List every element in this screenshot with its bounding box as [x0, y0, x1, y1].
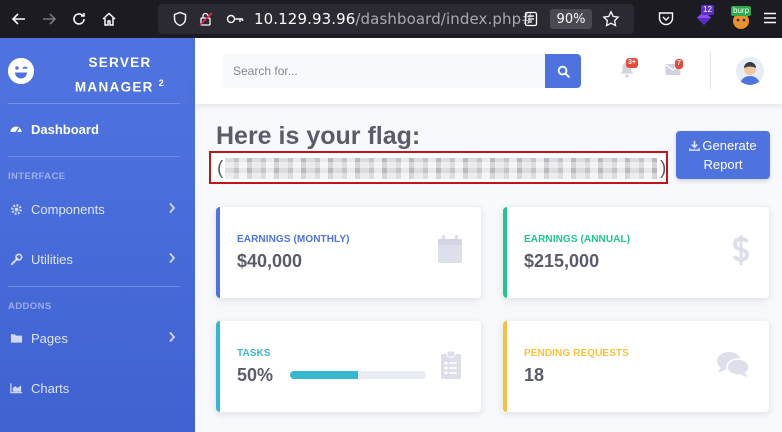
flag-display: ( ): [209, 151, 668, 184]
clipboard-list-icon: [441, 350, 461, 379]
sidebar-item-charts[interactable]: Charts: [0, 370, 195, 406]
wrench-icon: [9, 252, 23, 266]
card-label: TASKS: [237, 348, 271, 359]
card-accent: [503, 207, 507, 298]
chevron-right-icon: [169, 331, 176, 343]
sidebar-item-utilities[interactable]: Utilities: [0, 241, 195, 277]
extension-button[interactable]: 12: [694, 5, 714, 28]
sidebar-divider: [8, 156, 180, 157]
key-icon[interactable]: [226, 12, 244, 26]
brand-line2-text: MANAGER: [74, 79, 154, 95]
shield-icon[interactable]: [172, 11, 188, 27]
card-accent: [503, 321, 507, 412]
extension-badge: 12: [701, 5, 714, 15]
flag-open-paren: (: [217, 158, 224, 179]
laugh-wink-logo-icon: [8, 58, 34, 84]
insecure-lock-icon[interactable]: [198, 11, 214, 27]
forward-button[interactable]: [38, 8, 60, 30]
card-tasks: TASKS 50%: [216, 321, 481, 412]
generate-report-label: Generate Report: [702, 138, 757, 172]
chart-area-icon: [9, 381, 23, 395]
sidebar-item-label: Charts: [31, 380, 70, 396]
reload-icon: [73, 13, 85, 25]
card-value: $40,000: [237, 251, 303, 271]
dollar-icon: [732, 235, 750, 265]
alerts-dropdown[interactable]: 3+: [618, 58, 638, 78]
card-label: EARNINGS (ANNUAL): [524, 234, 631, 245]
avatar[interactable]: [736, 57, 764, 85]
sidebar-divider: [8, 286, 180, 287]
card-label: EARNINGS (MONTHLY): [237, 234, 350, 245]
page-title: Here is your flag:: [216, 122, 421, 150]
forward-arrow-icon: [43, 13, 57, 25]
bookmark-star-icon[interactable]: [602, 10, 620, 28]
sidebar-heading-addons: ADDONS: [8, 301, 52, 312]
sidebar-item-label: Utilities: [31, 251, 73, 267]
flag-close-paren: ): [660, 158, 667, 179]
sidebar-item-dashboard[interactable]: Dashboard: [0, 111, 195, 147]
sidebar-item-label: Dashboard: [31, 121, 99, 137]
url-text[interactable]: 10.129.93.96/dashboard/index.php#: [254, 10, 534, 28]
card-earnings-monthly: EARNINGS (MONTHLY) $40,000: [216, 207, 481, 298]
back-arrow-icon: [11, 13, 25, 25]
brand-version: 2: [158, 78, 166, 88]
pocket-icon[interactable]: [657, 10, 675, 28]
tasks-progress-bar: [290, 371, 426, 379]
home-icon: [102, 12, 116, 26]
reader-mode-icon[interactable]: [524, 11, 538, 27]
burp-extension-button[interactable]: burp: [729, 6, 753, 30]
download-icon: [689, 138, 701, 156]
topbar-divider: [710, 52, 711, 90]
search-button[interactable]: [545, 54, 581, 88]
tasks-progress-fill: [290, 371, 358, 379]
calendar-icon: [438, 235, 462, 263]
chevron-right-icon: [169, 252, 176, 264]
comments-icon: [717, 352, 750, 377]
sidebar-item-components[interactable]: Components: [0, 191, 195, 227]
browser-toolbar: 10.129.93.96/dashboard/index.php# 90% 12…: [0, 0, 782, 38]
card-pending-requests: PENDING REQUESTS 18: [503, 321, 769, 412]
sidebar-item-pages[interactable]: Pages: [0, 320, 195, 356]
burp-badge: burp: [731, 6, 752, 16]
url-bar[interactable]: 10.129.93.96/dashboard/index.php# 90%: [158, 4, 634, 34]
card-value: 18: [524, 365, 545, 385]
home-button[interactable]: [98, 8, 120, 30]
tachometer-icon: [9, 122, 23, 136]
chevron-right-icon: [169, 202, 176, 214]
messages-badge: 7: [675, 59, 683, 69]
user-avatar-icon: [736, 57, 764, 85]
cog-icon: [9, 202, 23, 216]
card-value: 50%: [237, 365, 274, 385]
zoom-level[interactable]: 90%: [550, 9, 592, 29]
search-icon: [557, 65, 570, 78]
reload-button[interactable]: [68, 8, 90, 30]
sidebar-heading-interface: INTERFACE: [8, 171, 66, 182]
generate-report-button[interactable]: Generate Report: [676, 131, 770, 179]
card-accent: [216, 207, 220, 298]
messages-dropdown[interactable]: 7: [664, 59, 683, 78]
brand-line1: SERVER: [88, 55, 152, 70]
redacted-flag-value: [225, 158, 657, 179]
sidebar-brand[interactable]: SERVER MANAGER 2: [0, 38, 195, 102]
sidebar-item-label: Pages: [31, 330, 68, 346]
back-button[interactable]: [8, 8, 30, 30]
search-input[interactable]: [223, 54, 545, 88]
card-earnings-annual: EARNINGS (ANNUAL) $215,000: [503, 207, 769, 298]
topbar: 3+ 7: [195, 38, 782, 104]
card-value: $215,000: [524, 251, 600, 271]
brand-name: SERVER MANAGER 2: [50, 53, 190, 98]
folder-icon: [9, 331, 23, 345]
sidebar: SERVER MANAGER 2 Dashboard INTERFACE Com…: [0, 38, 195, 432]
sidebar-divider: [8, 103, 180, 104]
alerts-badge: 3+: [626, 58, 638, 68]
url-path: /dashboard/index.php#: [355, 10, 534, 28]
url-host: 10.129.93.96: [254, 10, 356, 28]
hamburger-menu-icon[interactable]: [763, 11, 777, 25]
card-accent: [216, 321, 220, 412]
brand-line2: MANAGER 2: [50, 73, 190, 98]
sidebar-item-label: Components: [31, 201, 105, 217]
card-label: PENDING REQUESTS: [524, 348, 629, 359]
